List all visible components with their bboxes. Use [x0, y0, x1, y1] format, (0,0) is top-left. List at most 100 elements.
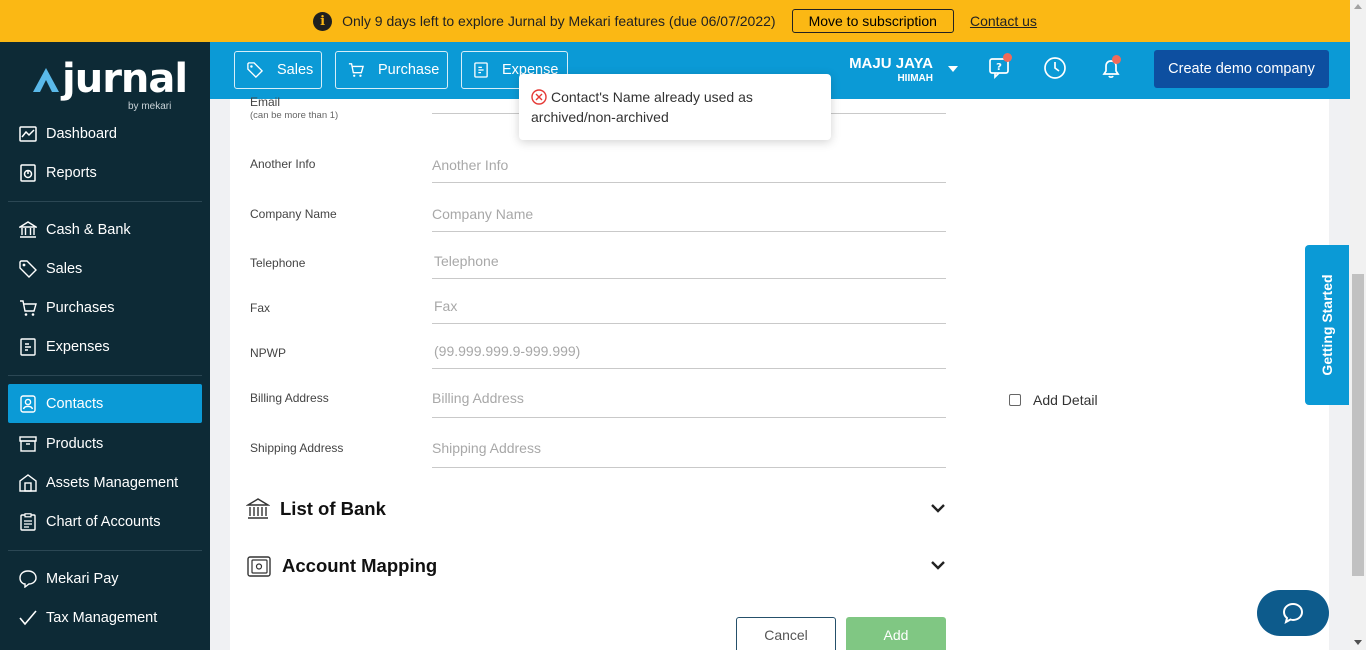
getting-started-label: Getting Started: [1319, 274, 1335, 376]
chevron-down-icon[interactable]: [930, 557, 946, 573]
scrollbar-thumb[interactable]: [1352, 274, 1364, 576]
scroll-up-arrow-icon[interactable]: [1354, 4, 1362, 9]
create-demo-company-button[interactable]: Create demo company: [1154, 50, 1329, 88]
sidebar-item-label: Assets Management: [46, 474, 179, 491]
npwp-field[interactable]: (99.999.999.9-999.999): [432, 343, 946, 369]
box-icon: [18, 434, 38, 454]
bank-icon: [246, 498, 270, 519]
sidebar-item-label: Products: [46, 435, 104, 452]
company-dropdown-caret-icon[interactable]: [948, 66, 958, 72]
telephone-field[interactable]: Telephone: [432, 253, 946, 279]
svg-text:?: ?: [996, 62, 1002, 73]
logo-word: jurnal: [62, 56, 188, 102]
shipping-address-field[interactable]: Shipping Address: [432, 440, 946, 468]
chat-button[interactable]: [1257, 590, 1329, 636]
sidebar-item-label: Expenses: [46, 338, 110, 355]
add-detail-label: Add Detail: [1033, 392, 1098, 408]
sidebar-item-tax-management[interactable]: Tax Management: [8, 598, 202, 637]
dashboard-icon: [18, 124, 38, 144]
contact-us-link[interactable]: Contact us: [970, 13, 1037, 29]
pay-icon: [18, 569, 38, 589]
chat-bubble-icon: [1282, 602, 1304, 624]
list-of-bank-title: List of Bank: [280, 498, 386, 519]
sidebar-item-label: Mekari Pay: [46, 570, 119, 587]
account-mapping-title: Account Mapping: [282, 555, 438, 576]
sidebar-item-contacts[interactable]: Contacts: [8, 384, 202, 423]
add-detail-checkbox-box[interactable]: [1009, 394, 1021, 406]
company-user: HIIMAH: [897, 73, 933, 84]
error-icon: [531, 89, 547, 105]
bell-notification-dot: [1112, 55, 1121, 64]
sidebar-item-label: Cash & Bank: [46, 221, 131, 238]
sidebar-item-label: Dashboard: [46, 125, 117, 142]
jurnal-logo-mark-icon: [33, 68, 59, 92]
sidebar-item-sales[interactable]: Sales: [8, 249, 202, 288]
purchase-button-label: Purchase: [378, 62, 440, 78]
notification-bell-icon[interactable]: [1099, 55, 1125, 82]
sidebar-nav: Dashboard Reports Cash & Bank Sales Purc…: [8, 114, 202, 637]
purchase-button[interactable]: Purchase: [335, 51, 448, 89]
chevron-down-icon[interactable]: [930, 500, 946, 516]
another-info-label: Another Info: [250, 157, 316, 171]
contact-form-panel: Email (can be more than 1) Another Info …: [230, 95, 1329, 650]
sidebar-item-products[interactable]: Products: [8, 424, 202, 463]
another-info-field[interactable]: Another Info: [432, 157, 946, 183]
sidebar-item-dashboard[interactable]: Dashboard: [8, 114, 202, 153]
company-switcher[interactable]: MAJU JAYA HIIMAH: [848, 55, 933, 84]
shipping-address-label: Shipping Address: [250, 441, 344, 455]
sidebar-item-mekari-pay[interactable]: Mekari Pay: [8, 559, 202, 598]
scroll-down-arrow-icon[interactable]: [1354, 640, 1362, 645]
help-chat-icon[interactable]: ?: [988, 53, 1014, 82]
fax-field[interactable]: Fax: [432, 298, 946, 324]
building-icon: [18, 473, 38, 493]
clipboard-icon: [18, 512, 38, 532]
error-toast: Contact's Name already used as archived/…: [519, 74, 831, 140]
sidebar-item-label: Purchases: [46, 299, 115, 316]
receipt-icon: [18, 337, 38, 357]
sidebar-item-reports[interactable]: Reports: [8, 153, 202, 192]
move-to-subscription-button[interactable]: Move to subscription: [791, 9, 954, 33]
sidebar-item-label: Chart of Accounts: [46, 513, 161, 530]
sidebar-item-chart-of-accounts[interactable]: Chart of Accounts: [8, 502, 202, 541]
info-icon: i: [313, 11, 333, 31]
sidebar-item-purchases[interactable]: Purchases: [8, 288, 202, 327]
cart-icon: [18, 298, 38, 318]
add-button[interactable]: Add: [846, 617, 946, 650]
bank-icon: [18, 220, 38, 240]
sales-button[interactable]: Sales: [234, 51, 322, 89]
checkmark-icon: [18, 608, 38, 628]
email-label: Email: [250, 95, 281, 109]
company-name: MAJU JAYA: [849, 55, 933, 72]
sidebar-item-cash-bank[interactable]: Cash & Bank: [8, 210, 202, 249]
jurnal-logo[interactable]: jurnal by mekari: [32, 54, 188, 112]
reports-icon: [18, 163, 38, 183]
sidebar-item-label: Reports: [46, 164, 97, 181]
company-name-field[interactable]: Company Name: [432, 206, 946, 232]
tag-icon: [247, 62, 263, 78]
sales-button-label: Sales: [277, 62, 314, 78]
add-detail-checkbox[interactable]: Add Detail: [1009, 392, 1098, 408]
email-hint: (can be more than 1): [250, 110, 339, 121]
telephone-label: Telephone: [250, 256, 306, 270]
tag-icon: [18, 259, 38, 279]
list-of-bank-section[interactable]: List of Bank: [246, 494, 946, 524]
contact-icon: [18, 394, 38, 414]
getting-started-tab[interactable]: Getting Started: [1305, 245, 1349, 405]
sidebar-item-label: Tax Management: [46, 609, 158, 626]
cancel-button[interactable]: Cancel: [736, 617, 836, 650]
billing-address-field[interactable]: Billing Address: [432, 390, 946, 418]
sidebar-divider: [8, 550, 202, 551]
receipt-icon: [474, 62, 488, 78]
account-mapping-section[interactable]: Account Mapping: [246, 551, 946, 581]
sidebar-item-expenses[interactable]: Expenses: [8, 327, 202, 366]
company-name-label: Company Name: [250, 207, 337, 221]
npwp-label: NPWP: [250, 346, 286, 360]
sidebar: jurnal by mekari Dashboard Reports Cash …: [0, 42, 210, 650]
history-clock-icon[interactable]: [1043, 56, 1069, 82]
cart-icon: [348, 63, 364, 77]
sidebar-item-assets-management[interactable]: Assets Management: [8, 463, 202, 502]
logo-by-mekari: by mekari: [128, 101, 172, 112]
billing-address-label: Billing Address: [250, 391, 329, 405]
sidebar-divider: [8, 375, 202, 376]
sidebar-divider: [8, 201, 202, 202]
